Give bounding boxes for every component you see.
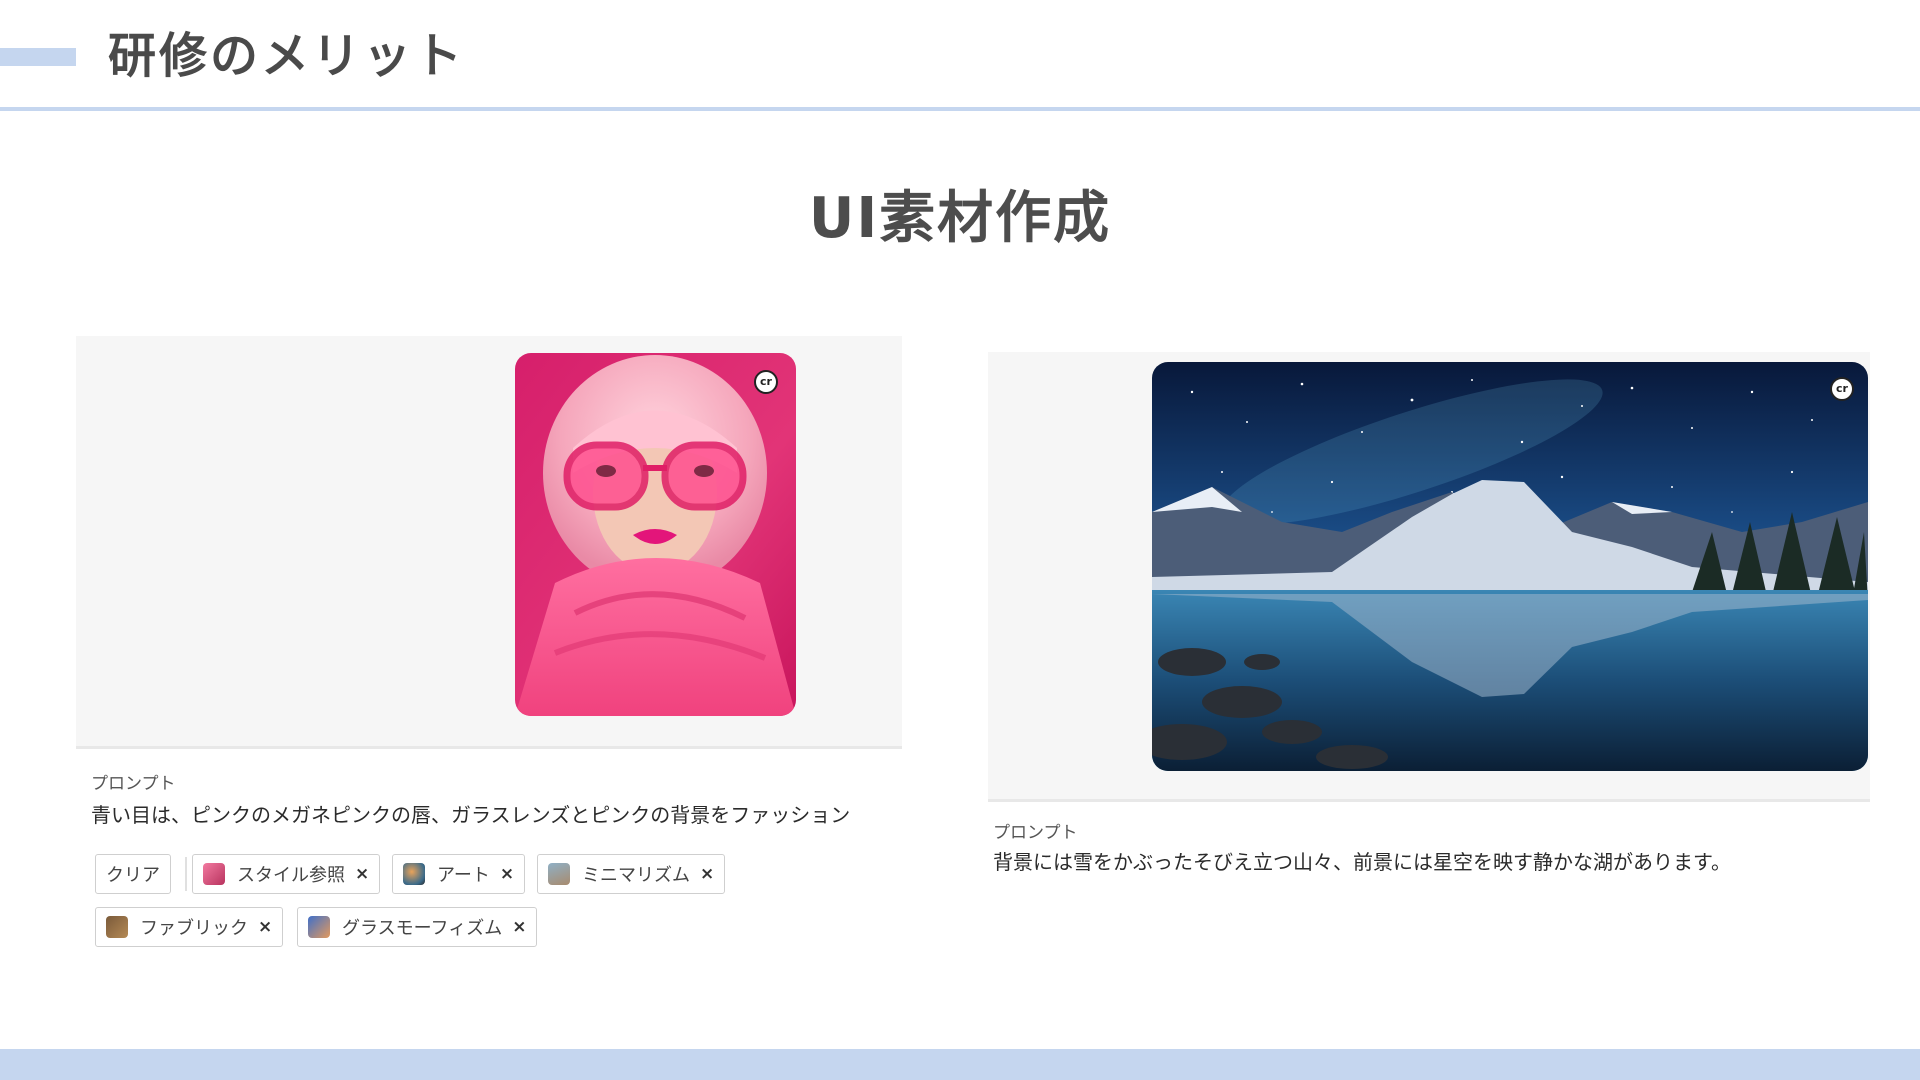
mountain-lake-illustration bbox=[1152, 362, 1868, 771]
fabric-thumbnail-icon bbox=[106, 916, 128, 938]
content-credentials-badge[interactable]: cr bbox=[754, 370, 778, 394]
chip-label: グラスモーフィズム bbox=[342, 918, 503, 939]
chip-label: スタイル参照 bbox=[237, 865, 345, 886]
remove-icon[interactable]: × bbox=[355, 864, 369, 884]
chip-glassmorphism[interactable]: グラスモーフィズム × bbox=[297, 907, 538, 947]
clear-chip-button[interactable]: クリア bbox=[95, 854, 171, 894]
content-credentials-badge[interactable]: cr bbox=[1830, 377, 1854, 401]
left-panel-divider bbox=[76, 746, 902, 749]
chip-label: アート bbox=[437, 865, 490, 886]
minimalism-thumbnail-icon bbox=[548, 863, 570, 885]
header-divider bbox=[0, 107, 1920, 111]
slide-heading: 研修のメリット bbox=[108, 28, 466, 84]
generated-image-pink-fashion-portrait[interactable] bbox=[515, 353, 796, 716]
chip-fabric[interactable]: ファブリック × bbox=[95, 907, 284, 947]
remove-icon[interactable]: × bbox=[500, 864, 514, 884]
remove-icon[interactable]: × bbox=[258, 917, 272, 937]
chip-art[interactable]: アート × bbox=[392, 854, 526, 894]
right-panel-divider bbox=[988, 799, 1870, 802]
chip-label: ミニマリズム bbox=[582, 865, 690, 886]
prompt-text: 背景には雪をかぶったそびえ立つ山々、前景には星空を映す静かな湖があります。 bbox=[993, 850, 1731, 874]
art-thumbnail-icon bbox=[403, 863, 425, 885]
clear-label: クリア bbox=[106, 865, 160, 886]
style-reference-thumbnail-icon bbox=[203, 863, 225, 885]
chip-label: ファブリック bbox=[140, 918, 248, 939]
remove-icon[interactable]: × bbox=[512, 917, 526, 937]
prompt-label: プロンプト bbox=[993, 823, 1078, 843]
pink-portrait-illustration bbox=[515, 353, 796, 716]
prompt-text: 青い目は、ピンクのメガネピンクの唇、ガラスレンズとピンクの背景をファッション bbox=[91, 803, 851, 827]
section-title: UI素材作成 bbox=[808, 186, 1112, 251]
generated-image-starry-mountain-lake[interactable] bbox=[1152, 362, 1868, 771]
chip-separator bbox=[185, 857, 187, 891]
header-accent-bar bbox=[0, 48, 76, 66]
footer-accent-bar bbox=[0, 1049, 1920, 1080]
prompt-label: プロンプト bbox=[91, 774, 176, 794]
remove-icon[interactable]: × bbox=[700, 864, 714, 884]
chip-style-reference[interactable]: スタイル参照 × bbox=[192, 854, 381, 894]
glassmorphism-thumbnail-icon bbox=[308, 916, 330, 938]
chip-minimalism[interactable]: ミニマリズム × bbox=[537, 854, 726, 894]
